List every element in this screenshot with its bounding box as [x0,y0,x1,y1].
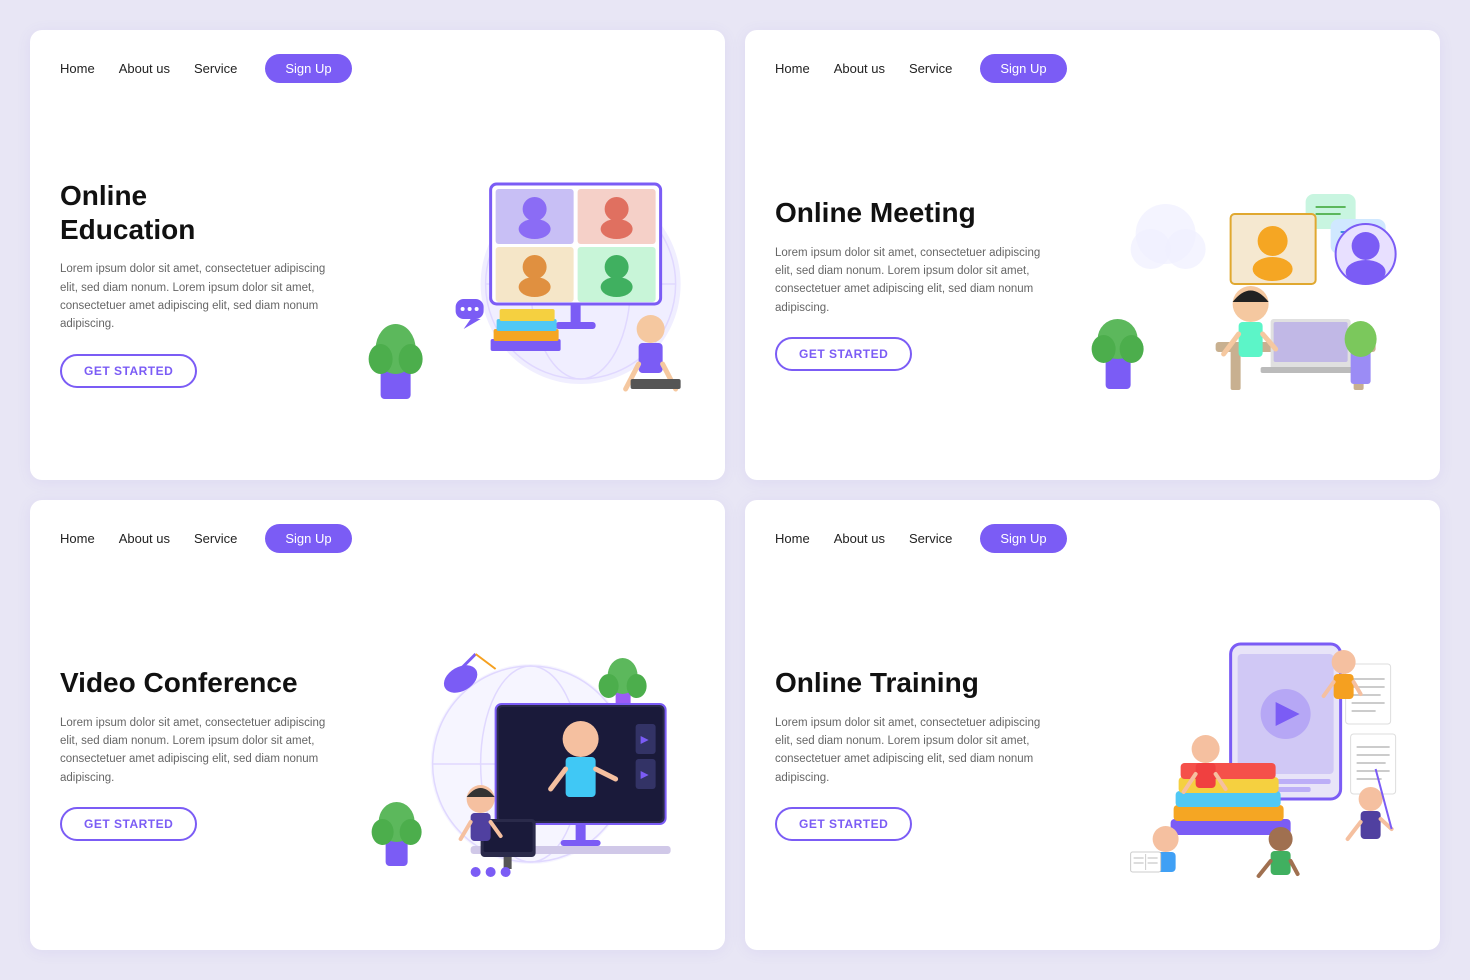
card-text-education: OnlineEducation Lorem ipsum dolor sit am… [60,179,346,388]
card-content-meeting: Online Meeting Lorem ipsum dolor sit ame… [775,111,1410,456]
nav-service-conf[interactable]: Service [194,531,237,546]
nav-home-edu[interactable]: Home [60,61,95,76]
card-desc-training: Lorem ipsum dolor sit amet, consectetuer… [775,714,1051,788]
card-text-meeting: Online Meeting Lorem ipsum dolor sit ame… [775,196,1061,371]
illustration-education [346,154,695,414]
illustration-training [1061,624,1410,884]
nav-service-train[interactable]: Service [909,531,952,546]
card-desc-education: Lorem ipsum dolor sit amet, consectetuer… [60,260,336,334]
nav-about-train[interactable]: About us [834,531,885,546]
card-online-education: Home About us Service Sign Up OnlineEduc… [30,30,725,480]
nav-signup-conf[interactable]: Sign Up [265,524,351,553]
nav-conference: Home About us Service Sign Up [60,524,695,553]
card-text-training: Online Training Lorem ipsum dolor sit am… [775,666,1061,841]
nav-home-train[interactable]: Home [775,531,810,546]
card-content-training: Online Training Lorem ipsum dolor sit am… [775,581,1410,926]
card-online-training: Home About us Service Sign Up Online Tra… [745,500,1440,950]
nav-about-edu[interactable]: About us [119,61,170,76]
nav-education: Home About us Service Sign Up [60,54,695,83]
get-started-conference[interactable]: GET STARTED [60,807,197,841]
card-title-conference: Video Conference [60,666,336,700]
nav-service-edu[interactable]: Service [194,61,237,76]
card-desc-meeting: Lorem ipsum dolor sit amet, consectetuer… [775,244,1051,318]
nav-signup-edu[interactable]: Sign Up [265,54,351,83]
card-content-education: OnlineEducation Lorem ipsum dolor sit am… [60,111,695,456]
nav-signup-meet[interactable]: Sign Up [980,54,1066,83]
get-started-training[interactable]: GET STARTED [775,807,912,841]
nav-about-conf[interactable]: About us [119,531,170,546]
get-started-education[interactable]: GET STARTED [60,354,197,388]
card-title-meeting: Online Meeting [775,196,1051,230]
nav-home-conf[interactable]: Home [60,531,95,546]
illustration-conference [346,624,695,884]
nav-training: Home About us Service Sign Up [775,524,1410,553]
illustration-meeting [1061,154,1410,414]
card-video-conference: Home About us Service Sign Up Video Conf… [30,500,725,950]
card-desc-conference: Lorem ipsum dolor sit amet, consectetuer… [60,714,336,788]
get-started-meeting[interactable]: GET STARTED [775,337,912,371]
nav-about-meet[interactable]: About us [834,61,885,76]
nav-signup-train[interactable]: Sign Up [980,524,1066,553]
card-text-conference: Video Conference Lorem ipsum dolor sit a… [60,666,346,841]
nav-meeting: Home About us Service Sign Up [775,54,1410,83]
nav-service-meet[interactable]: Service [909,61,952,76]
card-content-conference: Video Conference Lorem ipsum dolor sit a… [60,581,695,926]
card-title-education: OnlineEducation [60,179,336,246]
card-online-meeting: Home About us Service Sign Up Online Mee… [745,30,1440,480]
nav-home-meet[interactable]: Home [775,61,810,76]
card-title-training: Online Training [775,666,1051,700]
